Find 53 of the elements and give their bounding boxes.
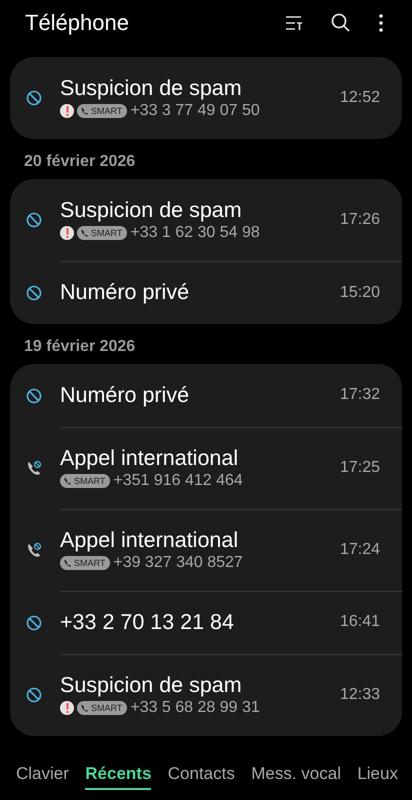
blocked-icon [26, 614, 42, 630]
nav-tab[interactable]: Lieux [357, 758, 398, 790]
caller-name: Suspicion de spam [60, 673, 243, 698]
smart-call-badge: SMART [77, 104, 128, 118]
smart-call-badge: SMART [77, 226, 128, 240]
call-log-item[interactable]: Suspicion de spam SMART +33 1 62 30 54 98 17:26 [26, 179, 402, 261]
call-time: 17:32 [340, 386, 380, 404]
nav-tab[interactable]: Clavier [16, 758, 69, 790]
call-log-item[interactable]: Suspicion de spam SMART +33 3 77 49 07 50 12:52 [26, 57, 402, 139]
call-time: 17:25 [340, 458, 380, 476]
call-log-item[interactable]: Appel international SMART +351 916 412 464 17:25 [26, 427, 402, 509]
phone-blocked-icon [26, 460, 42, 476]
nav-tab[interactable]: Contacts [168, 758, 235, 790]
date-header: 20 février 2026 [23, 152, 136, 172]
caller-name: Appel international [60, 446, 240, 470]
blocked-icon [26, 687, 42, 703]
call-time: 12:33 [340, 686, 380, 704]
call-time: 17:26 [340, 210, 380, 228]
call-log-item[interactable]: +33 2 70 13 21 84 16:41 [26, 591, 402, 654]
caller-name: Suspicion de spam [60, 76, 243, 101]
phone-number: +33 5 68 28 99 31 [130, 699, 260, 717]
phone-number: +351 916 412 464 [113, 472, 243, 490]
smart-call-badge: SMART [60, 556, 110, 570]
caller-name: Numéro privé [60, 280, 190, 305]
blocked-icon [26, 212, 42, 228]
caller-name: Numéro privé [60, 382, 190, 408]
phone-number: +33 3 77 49 07 50 [130, 102, 260, 120]
search-icon[interactable] [330, 12, 352, 34]
nav-tab[interactable]: Récents [85, 758, 152, 790]
phone-number: +33 1 62 30 54 98 [130, 224, 260, 242]
caller-name: Suspicion de spam [60, 198, 243, 222]
blocked-icon [26, 284, 42, 300]
call-log-item[interactable]: Suspicion de spam SMART +33 5 68 28 99 31 12:33 [26, 654, 402, 736]
call-time: 16:41 [340, 613, 380, 631]
date-header: 19 février 2026 [23, 337, 136, 357]
smart-call-badge: SMART [77, 701, 128, 715]
phone-number: +39 327 340 8527 [113, 554, 243, 572]
caller-name: Appel international [60, 528, 240, 552]
filter-icon[interactable] [284, 13, 304, 33]
blocked-icon [26, 388, 42, 404]
screen-title: Téléphone [25, 10, 129, 36]
blocked-icon [26, 90, 42, 106]
call-log-item[interactable]: Numéro privé 15:20 [26, 261, 402, 324]
call-time: 17:24 [340, 540, 380, 558]
nav-tab[interactable]: Mess. vocal [251, 758, 341, 790]
call-time: 12:52 [340, 89, 380, 107]
caller-name: +33 2 70 13 21 84 [60, 610, 234, 634]
phone-blocked-icon [26, 542, 42, 558]
smart-call-badge: SMART [60, 474, 110, 488]
call-log-item[interactable]: Appel international SMART +39 327 340 8527 17:24 [26, 509, 402, 591]
more-options-icon[interactable] [378, 13, 384, 33]
call-time: 15:20 [340, 284, 380, 302]
call-log-item[interactable]: Numéro privé 17:32 [26, 364, 402, 427]
